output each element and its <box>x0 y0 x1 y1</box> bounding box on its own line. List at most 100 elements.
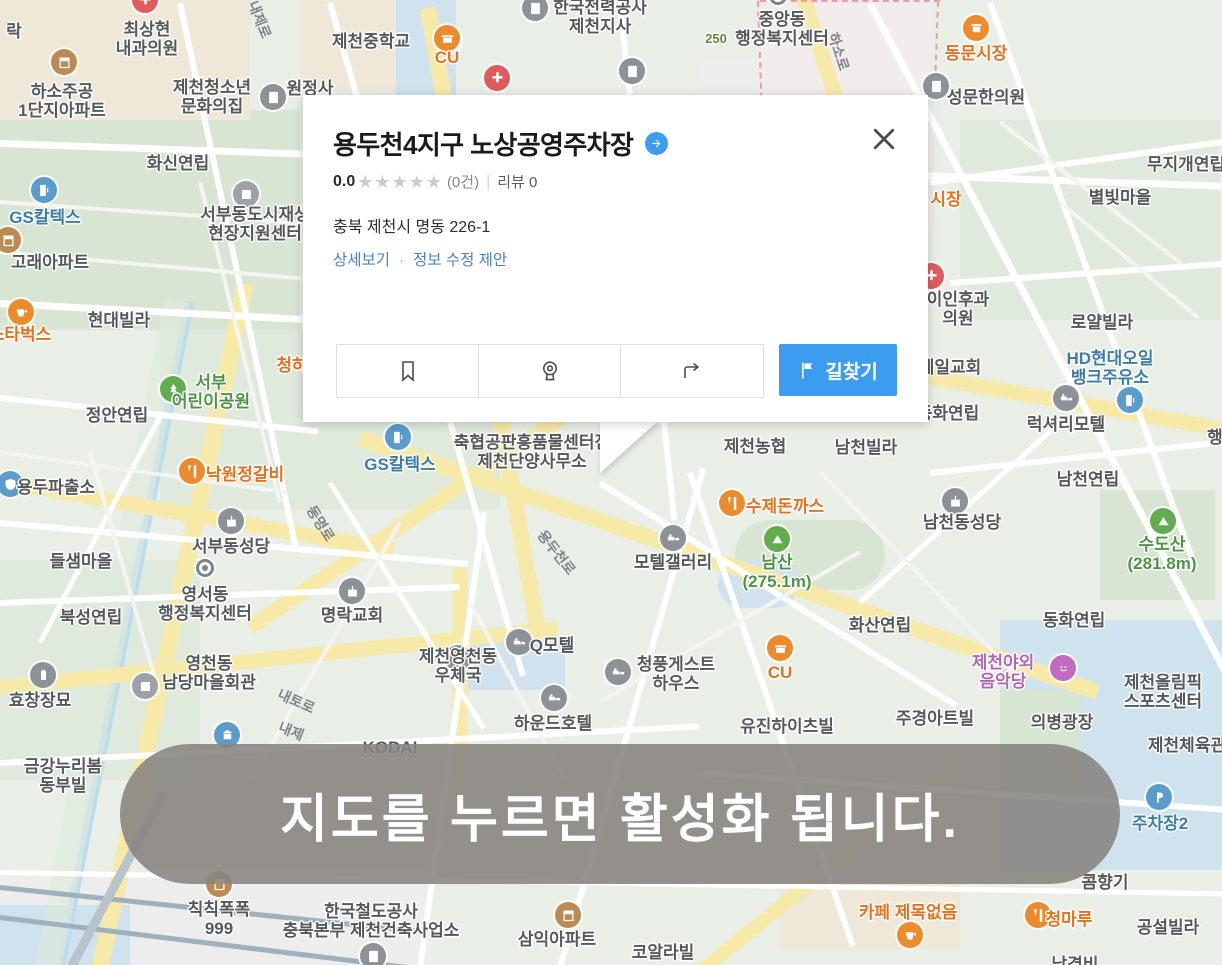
map-label: 낙원정갈비 <box>205 465 285 484</box>
road-name-label: 하소로 <box>825 30 853 73</box>
market-boundary <box>760 0 940 2</box>
map-label: 현대빌라 <box>87 311 151 330</box>
action-button-group <box>336 344 764 398</box>
review-count[interactable]: 리뷰 0 <box>497 171 537 192</box>
map-label: 명락교회 <box>320 606 384 625</box>
map-label: 주경아트빌 <box>895 709 975 728</box>
hotel-icon <box>660 525 686 551</box>
bookmark-button[interactable] <box>337 345 479 397</box>
directions-button[interactable]: 길찾기 <box>779 344 897 396</box>
street <box>37 411 165 644</box>
rating-score: 0.0 <box>333 172 356 190</box>
road-name-label: 내제 <box>276 718 307 744</box>
market-boundary <box>934 0 939 71</box>
alley <box>599 550 861 704</box>
shop-icon <box>51 49 77 75</box>
map-label: 카페 제목없음 <box>858 903 958 922</box>
gas-icon <box>31 177 57 203</box>
map-label: 행 <box>1207 428 1222 447</box>
shrine-icon <box>30 662 56 688</box>
divider: | <box>486 172 491 190</box>
map-label: 제천야외 음악당 <box>971 653 1035 692</box>
pin-circle-icon <box>542 361 557 381</box>
map-label: 영천동 남당마을회관 <box>162 654 256 693</box>
map-label: 코알라빌 <box>631 943 695 962</box>
rating-row: 0.0 ★★★★★ (0건) | 리뷰 0 <box>333 171 898 192</box>
street <box>987 1 1199 568</box>
landuse-green-area <box>960 120 1220 320</box>
map-label: 축협공판흥품물센터점 제천단양사무소 <box>453 433 611 472</box>
map-label: 공설빌라 <box>1136 918 1200 937</box>
post-icon <box>445 645 471 671</box>
sq-icon <box>233 181 259 207</box>
hospital-icon <box>484 65 510 91</box>
map-label: 시장 <box>930 190 962 209</box>
map-label: 락 <box>6 22 22 41</box>
map-label: 남산 (275.1m) <box>742 553 812 592</box>
map-activation-overlay[interactable]: 지도를 누르면 활성화 됩니다. <box>120 744 1120 884</box>
map-label: 제천청소년 문화의집 <box>172 78 252 117</box>
shop-icon <box>0 227 21 253</box>
map-canvas[interactable]: 내제로 하소로 동명로 용두천로 내토로 내제 락 최상현 내과의원 제천중학교 CU 한국전력공… <box>0 0 1222 965</box>
railway <box>0 915 428 965</box>
alley <box>88 451 161 693</box>
close-icon[interactable] <box>862 117 906 161</box>
street <box>557 467 707 965</box>
map-label: 남천빌라 <box>834 438 898 457</box>
road-name-label: 내토로 <box>275 685 318 717</box>
share-button[interactable] <box>621 345 763 397</box>
building-icon <box>260 84 286 110</box>
convenience-icon <box>434 25 460 51</box>
landuse-water <box>718 560 798 608</box>
bookmark-icon <box>401 361 414 382</box>
detail-link[interactable]: 상세보기 <box>333 252 390 269</box>
street <box>0 300 330 325</box>
alley <box>198 181 282 503</box>
sq-icon <box>132 673 158 699</box>
building-icon <box>360 943 386 965</box>
map-label: 청풍게스트 하우스 <box>636 655 716 694</box>
main-road <box>928 370 1222 437</box>
map-label: Q모텔 <box>529 636 575 655</box>
hotel-icon <box>541 685 567 711</box>
directions-button-label: 길찾기 <box>825 361 878 383</box>
location-share-button[interactable] <box>479 345 621 397</box>
map-label: 청마루 <box>1045 910 1093 929</box>
map-label: 남천동성당 <box>922 513 1002 532</box>
edit-info-link[interactable]: 정보 수정 제안 <box>413 252 507 269</box>
map-label: 럭셔리모텔 <box>1026 415 1106 434</box>
landuse-residential <box>780 880 960 950</box>
street <box>0 520 469 567</box>
street <box>598 480 958 709</box>
map-label: 최상현 내과의원 <box>115 20 179 59</box>
smiley-icon <box>1050 655 1076 681</box>
map-label: 남천연립 <box>1056 470 1120 489</box>
church-icon <box>942 488 968 514</box>
landuse-rail-yard <box>0 870 430 965</box>
parking-icon <box>1146 784 1172 810</box>
landuse-water <box>455 640 565 690</box>
landuse-park <box>735 520 885 590</box>
map-label: 모텔갤러리 <box>633 553 713 572</box>
map-label: 용두파출소 <box>16 478 96 497</box>
main-road <box>245 386 603 634</box>
landuse-green-area <box>0 110 300 330</box>
street <box>929 438 1222 476</box>
main-road <box>0 621 558 695</box>
building-icon <box>619 58 645 84</box>
map-label: 고래아파트 <box>10 253 90 272</box>
arrow-right-circle-icon[interactable] <box>645 132 669 155</box>
map-label: 의병광장 <box>1030 713 1094 732</box>
map-label: 삼익아파트 <box>517 930 597 949</box>
directions-flag-icon <box>802 362 813 378</box>
map-label: 주차장2 <box>1131 814 1189 833</box>
hotel-icon <box>1053 385 1079 411</box>
title-row: 용두천4지구 노상공영주차장 <box>333 125 898 162</box>
map-label: 한국철도공사 충북본부 제천건축사업소 <box>282 902 460 941</box>
street <box>177 2 300 552</box>
map-label: 무지개연립 <box>1146 155 1222 174</box>
place-info-card[interactable]: 용두천4지구 노상공영주차장 0.0 ★★★★★ (0건) | 리뷰 0 충북 … <box>303 95 928 422</box>
map-label: 들샘마을 <box>49 552 113 571</box>
map-activation-message: 지도를 누르면 활성화 됩니다. <box>280 790 960 849</box>
restaurant-icon <box>1025 902 1051 928</box>
